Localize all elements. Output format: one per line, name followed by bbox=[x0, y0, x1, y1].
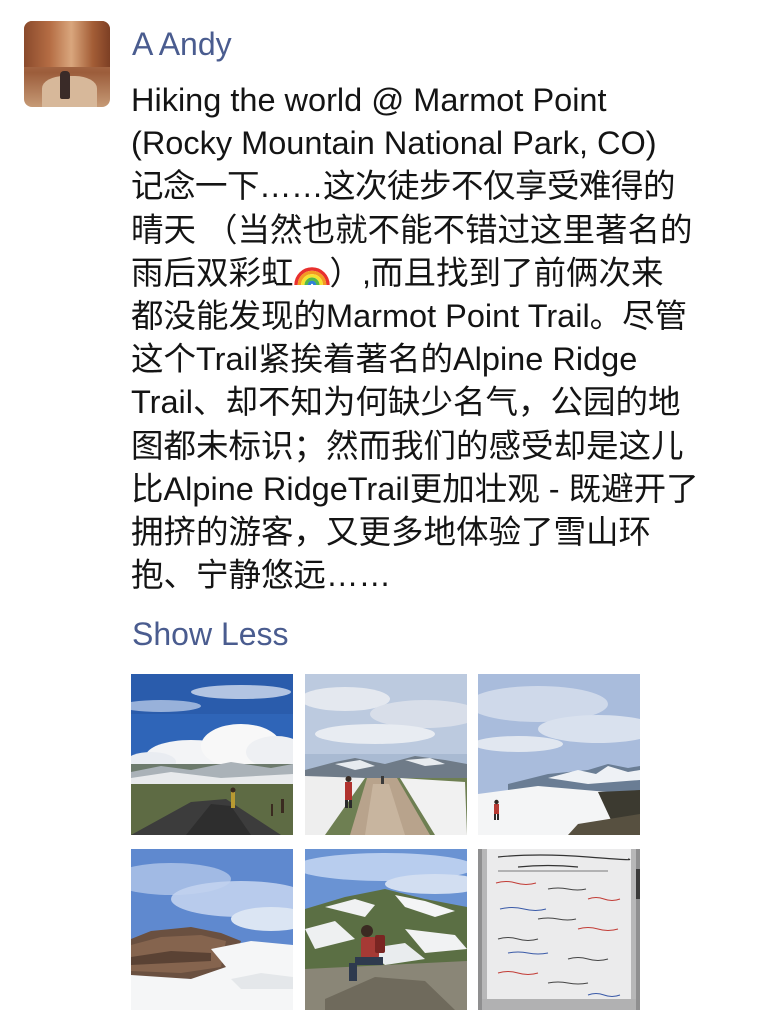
post-text-segment: ）,而且找到了前俩次来 bbox=[329, 254, 664, 291]
post-text-line: 晴天 （当然也就不能不错过这里著名的 bbox=[131, 211, 693, 248]
avatar[interactable] bbox=[24, 21, 110, 107]
avatar-rock-wall bbox=[24, 21, 110, 67]
post-text-line: (Rocky Mountain National Park, CO) bbox=[131, 125, 657, 162]
photo-alpine-road-clouds[interactable] bbox=[131, 674, 293, 835]
post-text-line: 这个Trail紧挨着著名的Alpine Ridge bbox=[131, 341, 638, 378]
post-text-line: 抱、宁静悠远…… bbox=[131, 557, 392, 594]
post-text: Hiking the world @ Marmot Point (Rocky M… bbox=[131, 79, 756, 597]
photo-hikers-on-trail[interactable] bbox=[305, 674, 467, 835]
photo-whiteboard-notes[interactable] bbox=[478, 849, 640, 1010]
photo-grid bbox=[131, 674, 641, 1012]
photo-snowfield-hiker[interactable] bbox=[478, 674, 640, 835]
photo-hiker-sitting-rocks[interactable] bbox=[305, 849, 467, 1010]
post-text-line: Hiking the world @ Marmot Point bbox=[131, 82, 607, 118]
post-text-line: 都没能发现的Marmot Point Trail。尽管 bbox=[131, 297, 688, 334]
author-name[interactable]: A Andy bbox=[132, 24, 232, 64]
post-text-line: 拥挤的游客，又更多地体验了雪山环 bbox=[131, 513, 652, 550]
post-text-line: 雨后双彩虹 ）,而且找到了前俩次来 bbox=[131, 252, 756, 295]
post-text-segment: 雨后双彩虹 bbox=[131, 254, 294, 291]
photo-rock-cliff-snow[interactable] bbox=[131, 849, 293, 1010]
rainbow-icon bbox=[293, 255, 330, 286]
avatar-person bbox=[60, 71, 70, 99]
post-text-line: 比Alpine RidgeTrail更加壮观 - 既避开了 bbox=[131, 470, 699, 507]
post-text-line: 图都未标识；然而我们的感受却是这儿 bbox=[131, 427, 684, 464]
post-card: A Andy Hiking the world @ Marmot Point (… bbox=[0, 0, 773, 1024]
show-less-link[interactable]: Show Less bbox=[132, 614, 289, 654]
post-text-line: 记念一下……这次徒步不仅享受难得的 bbox=[131, 168, 676, 205]
post-text-line: Trail、却不知为何缺少名气，公园的地 bbox=[131, 384, 681, 421]
